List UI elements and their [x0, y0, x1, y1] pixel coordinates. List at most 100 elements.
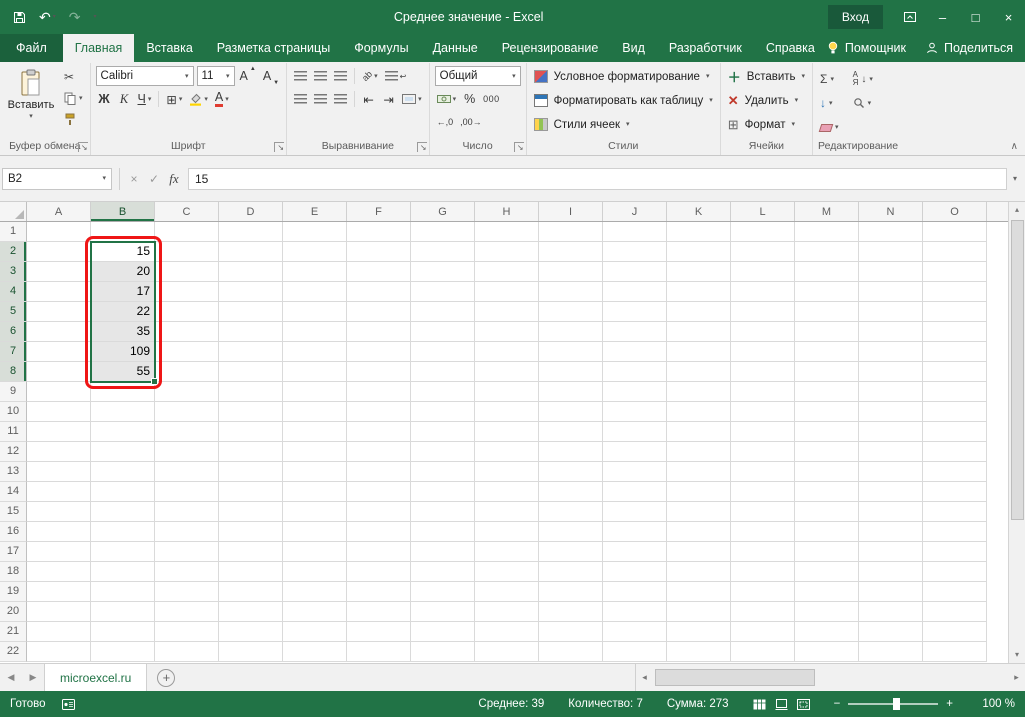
save-icon[interactable]: [13, 11, 26, 24]
cell-M19[interactable]: [795, 582, 859, 602]
bold-button[interactable]: Ж: [96, 89, 113, 109]
cell-E9[interactable]: [283, 382, 347, 402]
cell-F19[interactable]: [347, 582, 411, 602]
cell-H7[interactable]: [475, 342, 539, 362]
minimize-button[interactable]: –: [926, 0, 959, 34]
cell-I3[interactable]: [539, 262, 603, 282]
align-left-button[interactable]: [292, 89, 309, 109]
cell-A3[interactable]: [27, 262, 91, 282]
cell-G17[interactable]: [411, 542, 475, 562]
cell-O1[interactable]: [923, 222, 987, 242]
cell-N17[interactable]: [859, 542, 923, 562]
cell-L17[interactable]: [731, 542, 795, 562]
italic-button[interactable]: К: [116, 89, 133, 109]
new-sheet-button[interactable]: +: [157, 669, 175, 687]
cell-E13[interactable]: [283, 462, 347, 482]
expand-formula-bar-icon[interactable]: ▾: [1007, 174, 1023, 183]
cell-K18[interactable]: [667, 562, 731, 582]
cell-D15[interactable]: [219, 502, 283, 522]
cell-H14[interactable]: [475, 482, 539, 502]
underline-button[interactable]: Ч▾: [136, 89, 154, 109]
decrease-decimal-button[interactable]: ,00→: [458, 112, 484, 132]
tab-formulas[interactable]: Формулы: [342, 34, 420, 62]
cell-E15[interactable]: [283, 502, 347, 522]
assistant-button[interactable]: Помощник: [827, 41, 906, 55]
cell-A16[interactable]: [27, 522, 91, 542]
enter-button[interactable]: ✓: [144, 172, 164, 186]
cell-A15[interactable]: [27, 502, 91, 522]
cell-K6[interactable]: [667, 322, 731, 342]
increase-font-size-button[interactable]: А▲: [238, 66, 258, 86]
cell-A2[interactable]: [27, 242, 91, 262]
sheet-nav-left-icon[interactable]: ◀: [0, 664, 22, 691]
cell-J4[interactable]: [603, 282, 667, 302]
cell-J5[interactable]: [603, 302, 667, 322]
cell-M15[interactable]: [795, 502, 859, 522]
cell-D12[interactable]: [219, 442, 283, 462]
cell-J22[interactable]: [603, 642, 667, 662]
column-header-J[interactable]: J: [603, 202, 667, 221]
cell-D4[interactable]: [219, 282, 283, 302]
cell-O18[interactable]: [923, 562, 987, 582]
cell-K8[interactable]: [667, 362, 731, 382]
cell-C14[interactable]: [155, 482, 219, 502]
cell-C3[interactable]: [155, 262, 219, 282]
column-header-G[interactable]: G: [411, 202, 475, 221]
cell-N1[interactable]: [859, 222, 923, 242]
cell-J19[interactable]: [603, 582, 667, 602]
cell-H20[interactable]: [475, 602, 539, 622]
cell-O16[interactable]: [923, 522, 987, 542]
zoom-in-icon[interactable]: +: [946, 698, 953, 710]
cell-M9[interactable]: [795, 382, 859, 402]
sign-in-button[interactable]: Вход: [828, 5, 883, 29]
cell-D14[interactable]: [219, 482, 283, 502]
cell-E5[interactable]: [283, 302, 347, 322]
cell-H1[interactable]: [475, 222, 539, 242]
cell-L12[interactable]: [731, 442, 795, 462]
cell-G18[interactable]: [411, 562, 475, 582]
cell-L7[interactable]: [731, 342, 795, 362]
cell-D6[interactable]: [219, 322, 283, 342]
cell-G11[interactable]: [411, 422, 475, 442]
cell-E16[interactable]: [283, 522, 347, 542]
cell-B3[interactable]: 20: [91, 262, 155, 282]
cell-C9[interactable]: [155, 382, 219, 402]
cell-N12[interactable]: [859, 442, 923, 462]
cell-D11[interactable]: [219, 422, 283, 442]
increase-decimal-button[interactable]: ←,0: [435, 112, 456, 132]
cell-E6[interactable]: [283, 322, 347, 342]
cell-G7[interactable]: [411, 342, 475, 362]
alignment-dialog-launcher[interactable]: ↘: [417, 142, 427, 152]
cell-M22[interactable]: [795, 642, 859, 662]
cell-N4[interactable]: [859, 282, 923, 302]
zoom-slider-thumb[interactable]: [893, 698, 900, 710]
autosum-button[interactable]: Σ▾: [818, 70, 841, 88]
zoom-out-icon[interactable]: −: [834, 698, 841, 710]
cell-C11[interactable]: [155, 422, 219, 442]
cell-B6[interactable]: 35: [91, 322, 155, 342]
row-header-12[interactable]: 12: [0, 442, 27, 462]
cell-C13[interactable]: [155, 462, 219, 482]
cell-M4[interactable]: [795, 282, 859, 302]
decrease-font-size-button[interactable]: А▼: [261, 66, 281, 86]
column-header-K[interactable]: K: [667, 202, 731, 221]
cell-F20[interactable]: [347, 602, 411, 622]
tab-page-layout[interactable]: Разметка страницы: [205, 34, 342, 62]
insert-cells-button[interactable]: ＋Вставить▾: [726, 66, 807, 87]
cell-F16[interactable]: [347, 522, 411, 542]
cell-E17[interactable]: [283, 542, 347, 562]
cell-C22[interactable]: [155, 642, 219, 662]
number-format-combo[interactable]: Общий▾: [435, 66, 521, 86]
cell-D5[interactable]: [219, 302, 283, 322]
tab-help[interactable]: Справка: [754, 34, 827, 62]
font-dialog-launcher[interactable]: ↘: [274, 142, 284, 152]
row-header-19[interactable]: 19: [0, 582, 27, 602]
select-all-button[interactable]: [0, 202, 27, 221]
cell-I10[interactable]: [539, 402, 603, 422]
cell-I7[interactable]: [539, 342, 603, 362]
cell-L3[interactable]: [731, 262, 795, 282]
cell-H17[interactable]: [475, 542, 539, 562]
row-header-7[interactable]: 7: [0, 342, 27, 362]
cell-B8[interactable]: 55: [91, 362, 155, 382]
cell-A7[interactable]: [27, 342, 91, 362]
